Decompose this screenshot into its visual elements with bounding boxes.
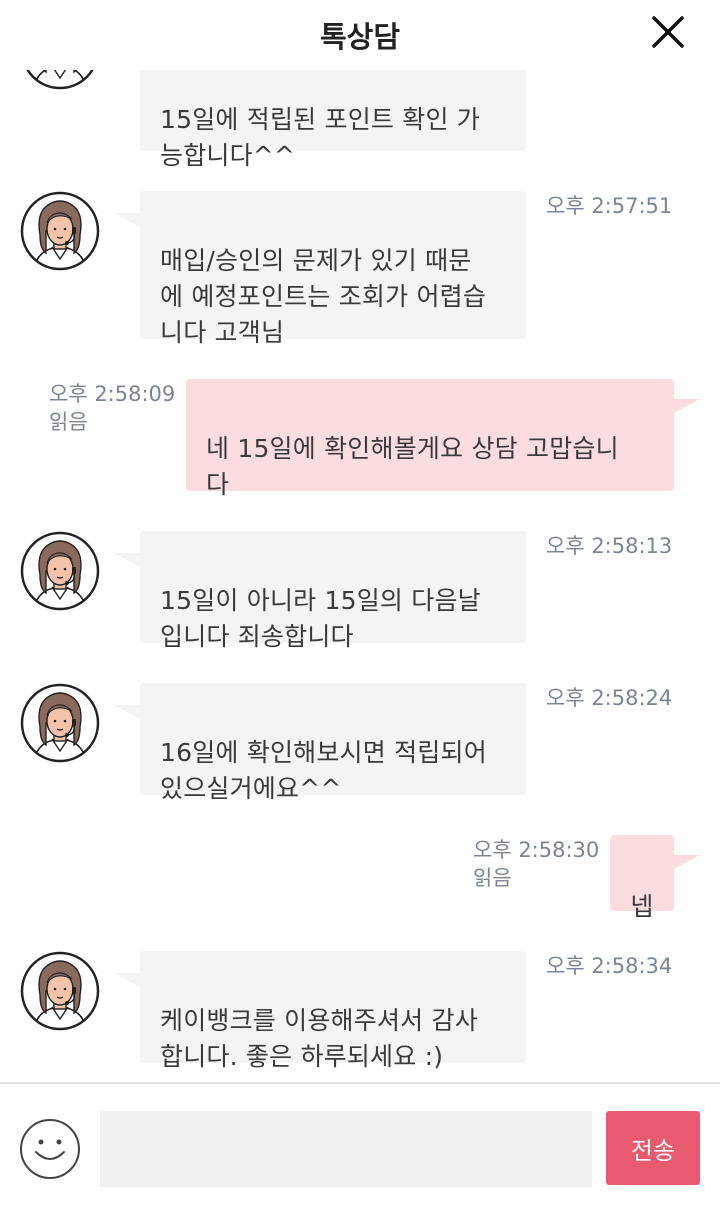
chat-history[interactable]: 15일에 적립된 포인트 확인 가 능합니다^^ 매입/승인의 문제가 있기 때…: [0, 70, 720, 1082]
agent-avatar: [20, 191, 100, 271]
message-time: 오후 2:58:30: [473, 838, 600, 862]
bubble-tail: [114, 973, 140, 987]
header: 톡상담: [0, 0, 720, 70]
read-receipt: 읽음: [473, 866, 512, 890]
agent-avatar: [20, 951, 100, 1031]
message-text: 매입/승인의 문제가 있기 때문 에 예정포인트는 조회가 어렵습 니다 고객님: [160, 246, 487, 347]
bubble-tail: [114, 553, 140, 567]
message-input[interactable]: [100, 1111, 592, 1187]
message-time: 오후 2:58:24: [546, 686, 673, 710]
message-time: 오후 2:58:34: [546, 954, 673, 978]
message-text: 16일에 확인해보시면 적립되어 있으실거에요^^: [160, 738, 487, 803]
send-button[interactable]: 전송: [606, 1111, 700, 1185]
message-composer: 전송: [0, 1082, 720, 1215]
emoji-button[interactable]: [19, 1118, 81, 1180]
message-time: 오후 2:58:09: [49, 382, 176, 406]
agent-message: 15일에 적립된 포인트 확인 가 능합니다^^: [140, 70, 526, 170]
bubble-tail: [674, 855, 700, 869]
agent-avatar: [20, 70, 100, 90]
agent-avatar: [20, 531, 100, 611]
agent-message: 15일이 아니라 15일의 다음날 입니다 죄송합니다: [140, 531, 526, 651]
agent-message: 케이뱅크를 이용해주셔서 감사 합니다. 좋은 하루되세요 :): [140, 951, 526, 1071]
read-receipt: 읽음: [49, 410, 88, 434]
bubble-tail: [114, 213, 140, 227]
smiley-icon: [20, 1119, 80, 1179]
page-title: 톡상담: [319, 20, 401, 54]
message-text: 15일이 아니라 15일의 다음날 입니다 죄송합니다: [160, 586, 481, 651]
message-text: 케이뱅크를 이용해주셔서 감사 합니다. 좋은 하루되세요 :): [160, 1006, 478, 1071]
agent-avatar: [20, 683, 100, 763]
bubble-tail: [674, 399, 700, 413]
close-icon: [652, 16, 684, 48]
message-time: 오후 2:58:13: [546, 534, 673, 558]
agent-message: 매입/승인의 문제가 있기 때문 에 예정포인트는 조회가 어렵습 니다 고객님: [140, 191, 526, 347]
close-button[interactable]: [648, 12, 688, 52]
user-message: 넵: [610, 835, 674, 921]
message-time: 오후 2:57:51: [546, 194, 673, 218]
message-text: 네 15일에 확인해볼게요 상담 고맙습니 다: [206, 434, 619, 499]
user-message: 네 15일에 확인해볼게요 상담 고맙습니 다: [186, 379, 674, 499]
agent-message: 16일에 확인해보시면 적립되어 있으실거에요^^: [140, 683, 526, 803]
message-text: 15일에 적립된 포인트 확인 가 능합니다^^: [160, 105, 480, 170]
bubble-tail: [114, 705, 140, 719]
message-text: 넵: [630, 892, 654, 921]
